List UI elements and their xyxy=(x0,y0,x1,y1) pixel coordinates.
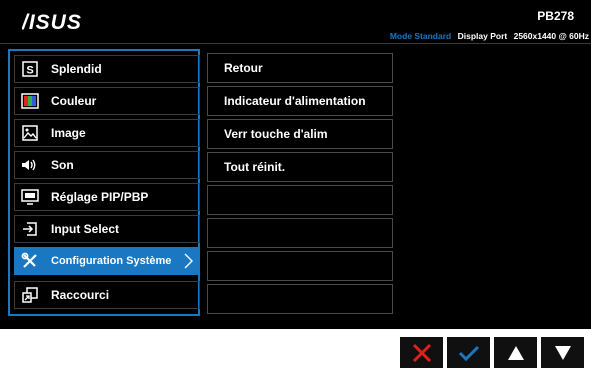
submenu-item-empty xyxy=(207,251,393,281)
submenu-item-tout-reinit[interactable]: Tout réinit. xyxy=(207,152,393,182)
menu-item-label: Input Select xyxy=(51,222,120,236)
menu-item-label: Raccourci xyxy=(51,288,110,302)
wrench-screwdriver-icon xyxy=(21,252,39,270)
speaker-icon xyxy=(21,156,39,174)
mode-label: Mode Standard xyxy=(389,31,452,41)
menu-item-label: Couleur xyxy=(51,94,97,108)
color-palette-icon xyxy=(21,92,39,110)
asus-logo: /ISUS xyxy=(22,11,82,34)
header-divider xyxy=(0,43,591,44)
submenu-item-empty xyxy=(207,218,393,248)
status-line: Mode Standard Display Port 2560x1440 @ 6… xyxy=(390,31,589,41)
splendid-s-icon: S xyxy=(21,60,39,78)
key-guide xyxy=(396,337,584,368)
chevron-right-icon xyxy=(184,253,193,272)
menu-item-raccourci[interactable]: Raccourci xyxy=(14,281,200,309)
shortcut-icon xyxy=(21,286,39,304)
menu-item-label: Son xyxy=(51,158,74,172)
menu-item-input-select[interactable]: Input Select xyxy=(14,215,200,243)
submenu-item-retour[interactable]: Retour xyxy=(207,53,393,83)
osd-panel: /ISUS PB278 Mode Standard Display Port 2… xyxy=(0,0,591,329)
menu-item-label: Configuration Système xyxy=(51,255,172,267)
close-button[interactable] xyxy=(400,337,443,368)
up-triangle-icon xyxy=(507,345,524,360)
menu-item-configuration-systeme[interactable]: Configuration Système xyxy=(14,247,200,275)
image-icon xyxy=(21,124,39,142)
check-icon xyxy=(458,345,479,361)
menu-item-label: Splendid xyxy=(51,62,102,76)
pip-monitor-icon xyxy=(21,188,39,206)
menu-item-pip-pbp[interactable]: Réglage PIP/PBP xyxy=(14,183,200,211)
resolution-label: 2560x1440 @ 60Hz xyxy=(513,31,589,41)
menu-item-label: Réglage PIP/PBP xyxy=(51,190,149,204)
submenu-item-empty xyxy=(207,185,393,215)
menu-item-label: Image xyxy=(51,126,86,140)
submenu-item-empty xyxy=(207,284,393,314)
input-label: Display Port xyxy=(457,31,508,41)
main-menu: S Splendid Couleur Image Son Réglage PIP… xyxy=(8,49,200,316)
x-icon xyxy=(412,343,431,362)
submenu-item-indicateur-alimentation[interactable]: Indicateur d'alimentation xyxy=(207,86,393,116)
down-triangle-icon xyxy=(554,345,571,360)
input-arrow-icon xyxy=(21,220,39,238)
menu-item-couleur[interactable]: Couleur xyxy=(14,87,200,115)
up-button[interactable] xyxy=(494,337,537,368)
svg-text:S: S xyxy=(26,65,33,77)
model-name: PB278 xyxy=(537,9,574,23)
menu-item-splendid[interactable]: S Splendid xyxy=(14,55,200,83)
submenu-item-verr-touche-alim[interactable]: Verr touche d'alim xyxy=(207,119,393,149)
down-button[interactable] xyxy=(541,337,584,368)
confirm-button[interactable] xyxy=(447,337,490,368)
menu-item-image[interactable]: Image xyxy=(14,119,200,147)
submenu: Retour Indicateur d'alimentation Verr to… xyxy=(207,49,393,316)
svg-text:/ISUS: /ISUS xyxy=(22,11,82,34)
menu-item-son[interactable]: Son xyxy=(14,151,200,179)
